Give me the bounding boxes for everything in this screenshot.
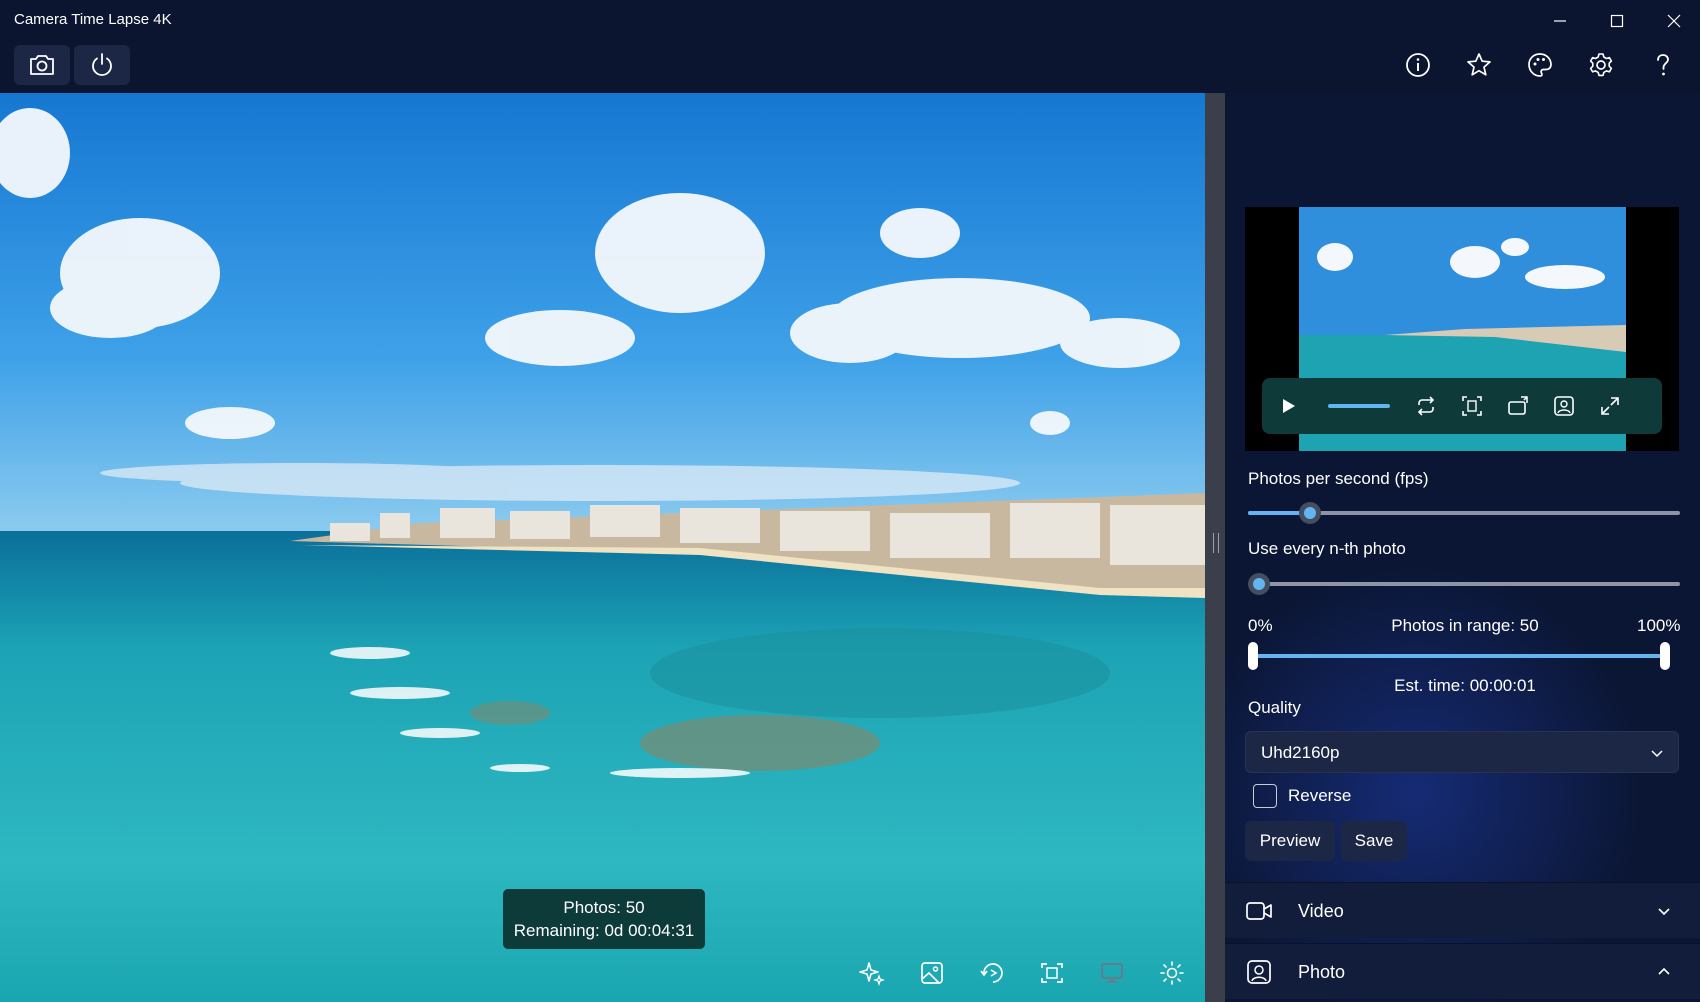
- repeat-button[interactable]: [1412, 392, 1440, 420]
- fps-slider-thumb[interactable]: [1299, 502, 1321, 524]
- rotate-icon: [980, 963, 1003, 983]
- save-button[interactable]: Save: [1341, 821, 1407, 861]
- remaining-time: Remaining: 0d 00:04:31: [513, 921, 695, 940]
- preview-controls: [1262, 378, 1662, 434]
- camera-preview[interactable]: Photos: 50 Remaining: 0d 00:04:31: [0, 93, 1205, 1002]
- quality-value: Uhd2160p: [1261, 743, 1340, 762]
- chevron-down-icon: [1651, 750, 1663, 758]
- camera-icon: [30, 55, 54, 75]
- chevron-up-icon: [1658, 967, 1670, 975]
- image-button[interactable]: [910, 951, 954, 995]
- rotate-icon: [1508, 396, 1528, 415]
- repeat-icon: [1417, 396, 1435, 416]
- fullscreen-button[interactable]: [1596, 392, 1624, 420]
- timelapse-preview[interactable]: [1245, 207, 1679, 451]
- photo-expander[interactable]: Photo: [1225, 943, 1700, 999]
- brightness-icon: [1160, 961, 1184, 985]
- photo-icon: [1247, 960, 1271, 984]
- fit-icon: [1462, 396, 1482, 416]
- quality-label: Quality: [1248, 698, 1301, 717]
- photos-count: Photos: 50: [563, 898, 645, 917]
- preview-photo-button[interactable]: [1550, 392, 1578, 420]
- quality-dropdown[interactable]: Uhd2160p: [1245, 731, 1679, 773]
- gear-icon: [1589, 53, 1613, 77]
- reverse-checkbox[interactable]: [1253, 784, 1277, 808]
- reverse-label: Reverse: [1288, 786, 1352, 805]
- play-icon: [1283, 399, 1295, 413]
- power-button[interactable]: [74, 45, 130, 85]
- photos-in-range-label: Photos in range: 50: [1391, 616, 1539, 635]
- info-icon: [1406, 53, 1430, 77]
- maximize-icon: [1610, 14, 1624, 28]
- title-bar: Camera Time Lapse 4K: [0, 0, 1700, 40]
- nth-photo-label: Use every n-th photo: [1248, 539, 1406, 558]
- estimated-time: Est. time: 00:00:01: [1394, 676, 1536, 695]
- rotate-button[interactable]: [970, 951, 1014, 995]
- monitor-button[interactable]: [1090, 951, 1134, 995]
- minimize-button[interactable]: [1540, 6, 1580, 36]
- range-max-label: 100%: [1637, 616, 1681, 635]
- fit-icon: [1041, 963, 1063, 983]
- video-expander-label: Video: [1298, 901, 1344, 921]
- side-panel: Photos per second (fps) Use every n-th p…: [1225, 93, 1700, 1002]
- fit-button[interactable]: [1030, 951, 1074, 995]
- bottom-toolbar: [850, 951, 1200, 995]
- help-icon: [1657, 54, 1669, 76]
- brightness-button[interactable]: [1150, 951, 1194, 995]
- range-start-handle[interactable]: [1248, 642, 1258, 670]
- preview-button[interactable]: Preview: [1245, 821, 1335, 861]
- fps-label: Photos per second (fps): [1248, 469, 1429, 488]
- photo-icon: [1554, 396, 1574, 416]
- close-button[interactable]: [1654, 6, 1694, 36]
- minimize-icon: [1554, 20, 1566, 22]
- info-button[interactable]: [1398, 45, 1438, 85]
- range-min-label: 0%: [1248, 616, 1273, 635]
- capture-button[interactable]: [14, 45, 70, 85]
- image-icon: [921, 962, 943, 984]
- power-icon: [92, 53, 112, 76]
- settings-button[interactable]: [1581, 45, 1621, 85]
- help-button[interactable]: [1643, 45, 1683, 85]
- beach-scene-image: [0, 93, 1205, 1002]
- photo-expander-label: Photo: [1298, 962, 1346, 982]
- video-camera-icon: [1246, 902, 1272, 920]
- monitor-icon: [1101, 963, 1123, 983]
- star-icon: [1467, 53, 1491, 76]
- close-icon: [1667, 14, 1681, 28]
- preview-progress-bar[interactable]: [1328, 404, 1390, 408]
- nth-slider-track[interactable]: [1248, 582, 1680, 586]
- range-slider-fill: [1253, 654, 1665, 658]
- splitter-grip: [1213, 533, 1219, 553]
- theme-button[interactable]: [1520, 45, 1560, 85]
- panel-splitter[interactable]: [1205, 93, 1225, 1002]
- sparkle-icon: [859, 962, 885, 986]
- palette-icon: [1528, 53, 1552, 77]
- preview-fit-button[interactable]: [1458, 392, 1486, 420]
- chevron-down-icon: [1658, 908, 1670, 916]
- favorite-button[interactable]: [1459, 45, 1499, 85]
- app-title: Camera Time Lapse 4K: [14, 11, 172, 28]
- range-end-handle[interactable]: [1660, 642, 1670, 670]
- auto-enhance-button[interactable]: [850, 951, 894, 995]
- maximize-button[interactable]: [1597, 6, 1637, 36]
- fullscreen-icon: [1601, 397, 1619, 415]
- preview-rotate-button[interactable]: [1504, 392, 1532, 420]
- capture-status-overlay: Photos: 50 Remaining: 0d 00:04:31: [503, 889, 705, 949]
- play-button[interactable]: [1274, 392, 1302, 420]
- nth-slider-thumb[interactable]: [1248, 573, 1270, 595]
- video-expander[interactable]: Video: [1225, 882, 1700, 938]
